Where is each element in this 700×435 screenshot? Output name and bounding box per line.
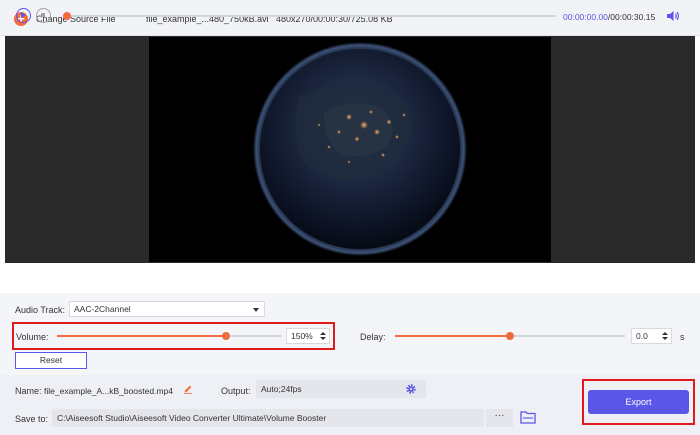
browse-more-button[interactable]: ··· xyxy=(486,409,513,427)
total-time: 00:00:30.15 xyxy=(610,12,656,22)
video-preview-area xyxy=(5,36,695,263)
delay-value: 0.0 xyxy=(636,331,648,341)
volume-value: 150% xyxy=(291,331,313,341)
stepper-down-icon[interactable] xyxy=(320,337,326,340)
volume-label: Volume: xyxy=(16,332,49,342)
delay-slider-knob[interactable] xyxy=(506,332,514,340)
output-format-field[interactable]: Auto;24fps xyxy=(256,380,426,398)
save-to-label: Save to: xyxy=(15,414,49,424)
video-frame xyxy=(149,37,551,262)
play-icon[interactable] xyxy=(16,8,31,23)
playback-bar xyxy=(0,263,700,293)
save-path-field[interactable]: C:\Aiseesoft Studio\Aiseesoft Video Conv… xyxy=(52,409,484,427)
name-label: Name: xyxy=(15,386,42,396)
output-name-value: file_example_A...kB_boosted.mp4 xyxy=(44,386,173,396)
volume-slider-fill xyxy=(57,335,226,337)
playback-progress-track[interactable] xyxy=(66,15,556,17)
audio-track-value: AAC-2Channel xyxy=(74,304,131,314)
delay-unit: s xyxy=(680,332,685,342)
output-label: Output: xyxy=(221,386,251,396)
audio-track-label: Audio Track: xyxy=(15,305,66,315)
pencil-icon[interactable] xyxy=(183,384,193,394)
delay-label: Delay: xyxy=(360,332,386,342)
delay-slider-fill xyxy=(395,335,510,337)
stepper-up-icon[interactable] xyxy=(320,332,326,335)
reset-button[interactable]: Reset xyxy=(15,352,87,369)
volume-slider-track[interactable] xyxy=(57,335,282,337)
speaker-icon[interactable] xyxy=(666,10,680,22)
folder-icon[interactable] xyxy=(520,410,536,424)
audio-track-select[interactable]: AAC-2Channel xyxy=(69,301,265,317)
output-format-value: Auto;24fps xyxy=(261,384,302,394)
volume-stepper[interactable]: 150% xyxy=(286,328,330,344)
gear-icon[interactable] xyxy=(405,383,417,395)
current-time: 00:00:00.00 xyxy=(563,12,608,22)
export-button[interactable]: Export xyxy=(588,390,689,414)
earth-image xyxy=(253,42,467,256)
chevron-down-icon xyxy=(253,308,259,312)
playback-progress-knob[interactable] xyxy=(63,12,71,20)
stepper-up-icon[interactable] xyxy=(662,332,668,335)
volume-slider-knob[interactable] xyxy=(221,332,230,340)
stop-icon[interactable] xyxy=(36,8,51,23)
time-readout: 00:00:00.00/00:00:30.15 xyxy=(563,12,655,22)
delay-stepper[interactable]: 0.0 xyxy=(631,328,672,344)
stepper-down-icon[interactable] xyxy=(662,337,668,340)
save-path-value: C:\Aiseesoft Studio\Aiseesoft Video Conv… xyxy=(57,413,327,423)
